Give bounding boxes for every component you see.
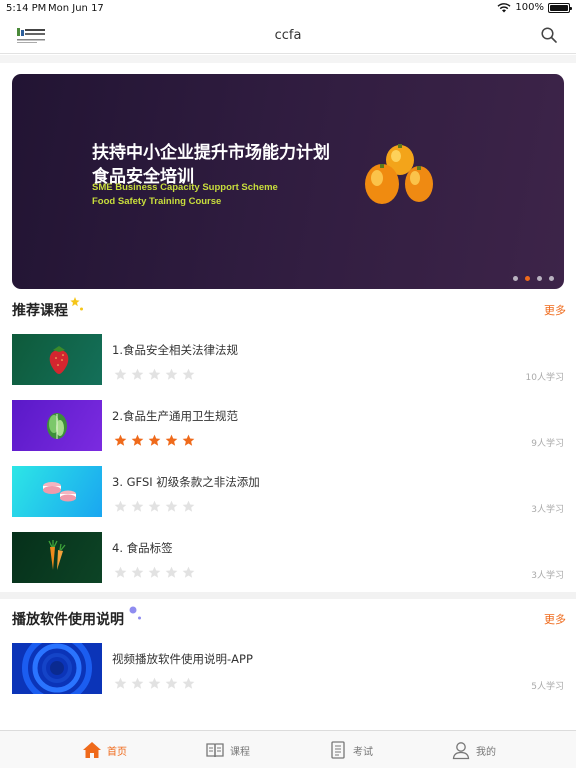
battery-icon [548, 2, 572, 13]
star-empty-icon [165, 566, 178, 578]
sparkle-star-icon [70, 297, 83, 311]
star-empty-icon [148, 566, 161, 578]
course-item[interactable]: 4. 食品标签 3人学习 [0, 532, 576, 584]
carrot-icon [48, 540, 66, 570]
course-thumbnail [12, 643, 102, 694]
status-date: Mon Jun 17 [48, 3, 104, 14]
star-empty-icon [131, 368, 144, 380]
learner-count: 9人学习 [531, 439, 564, 449]
sparkle-dot-icon [129, 606, 141, 620]
book-icon [206, 743, 224, 758]
recommended-header: 推荐课程 更多 [0, 297, 576, 323]
banner-title-line1: 扶持中小企业提升市场能力计划 [92, 143, 330, 163]
status-bar: 5:14 PM Mon Jun 17 100% [0, 0, 576, 18]
star-empty-icon [182, 368, 195, 380]
star-empty-icon [148, 368, 161, 380]
course-thumbnail [12, 466, 102, 517]
document-icon [331, 741, 345, 759]
wifi-icon [497, 2, 511, 12]
star-filled-icon [131, 434, 144, 446]
top-spacer [0, 55, 576, 63]
course-title: 1.食品安全相关法律法规 [112, 343, 238, 357]
star-empty-icon [114, 368, 127, 380]
course-title: 2.食品生产通用卫生规范 [112, 409, 238, 423]
section-title-recommended: 推荐课程 [12, 303, 68, 319]
recommended-more-link[interactable]: 更多 [544, 302, 566, 318]
nav-bar: ccfa [0, 18, 576, 54]
star-empty-icon [182, 566, 195, 578]
banner-subtitle-line2: Food Safety Training Course [92, 196, 222, 207]
tab-label: 课程 [230, 746, 250, 758]
star-empty-icon [114, 566, 127, 578]
course-thumbnail [12, 532, 102, 583]
tab-home[interactable]: 首页 [82, 739, 127, 761]
star-filled-icon [165, 434, 178, 446]
tab-exams[interactable]: 考试 [328, 739, 373, 761]
carousel-dot[interactable] [513, 276, 518, 281]
course-item[interactable]: 视频播放软件使用说明-APP 5人学习 [0, 643, 576, 695]
course-title: 4. 食品标签 [112, 541, 173, 555]
tab-courses[interactable]: 课程 [205, 739, 250, 761]
battery-percent: 100% [515, 2, 544, 13]
status-time: 5:14 PM [6, 3, 47, 14]
star-empty-icon [182, 500, 195, 512]
star-rating [114, 500, 195, 513]
strawberry-icon [49, 346, 69, 374]
tab-bar: 首页 课程 考试 我的 [0, 730, 576, 768]
carousel-dot[interactable] [537, 276, 542, 281]
tab-label: 首页 [107, 746, 127, 758]
learner-count: 5人学习 [531, 682, 564, 692]
section-title-guide: 播放软件使用说明 [12, 612, 124, 628]
banner-subtitle-line1: SME Business Capacity Support Scheme [92, 182, 278, 193]
guide-header: 播放软件使用说明 更多 [0, 606, 576, 632]
star-empty-icon [165, 368, 178, 380]
star-empty-icon [131, 566, 144, 578]
star-rating [114, 368, 195, 381]
macaron-icon [43, 482, 76, 502]
star-filled-icon [148, 434, 161, 446]
carousel-dot-active[interactable] [525, 276, 530, 281]
learner-count: 3人学习 [531, 571, 564, 581]
course-item[interactable]: 2.食品生产通用卫生规范 9人学习 [0, 400, 576, 452]
star-empty-icon [165, 677, 178, 689]
carousel-dot[interactable] [549, 276, 554, 281]
star-empty-icon [148, 677, 161, 689]
guide-more-link[interactable]: 更多 [544, 611, 566, 627]
course-thumbnail [12, 400, 102, 451]
course-item[interactable]: 1.食品安全相关法律法规 10人学习 [0, 334, 576, 386]
star-empty-icon [114, 500, 127, 512]
course-title: 3. GFSI 初级条款之非法添加 [112, 475, 260, 489]
star-filled-icon [182, 434, 195, 446]
star-empty-icon [131, 500, 144, 512]
tab-label: 我的 [476, 746, 496, 758]
tab-label: 考试 [353, 746, 373, 758]
home-icon [83, 742, 101, 758]
star-empty-icon [165, 500, 178, 512]
course-item[interactable]: 3. GFSI 初级条款之非法添加 3人学习 [0, 466, 576, 518]
learner-count: 3人学习 [531, 505, 564, 515]
promo-banner[interactable]: 扶持中小企业提升市场能力计划 食品安全培训 SME Business Capac… [12, 74, 564, 289]
star-empty-icon [114, 677, 127, 689]
fruit-illustration-icon [365, 144, 433, 204]
section-divider [0, 592, 576, 599]
user-icon [452, 742, 470, 760]
lettuce-icon [47, 413, 67, 439]
carousel-dots[interactable] [513, 276, 554, 281]
status-right: 100% [497, 2, 572, 13]
star-filled-icon [114, 434, 127, 446]
page-title: ccfa [274, 28, 302, 43]
course-title: 视频播放软件使用说明-APP [112, 652, 253, 666]
star-rating [114, 566, 195, 579]
course-thumbnail [12, 334, 102, 385]
learner-count: 10人学习 [525, 373, 564, 383]
star-empty-icon [131, 677, 144, 689]
search-icon[interactable] [540, 26, 558, 44]
star-rating [114, 677, 195, 690]
star-empty-icon [182, 677, 195, 689]
tab-profile[interactable]: 我的 [451, 739, 496, 761]
star-rating [114, 434, 195, 447]
rings-icon [12, 643, 102, 694]
star-empty-icon [148, 500, 161, 512]
